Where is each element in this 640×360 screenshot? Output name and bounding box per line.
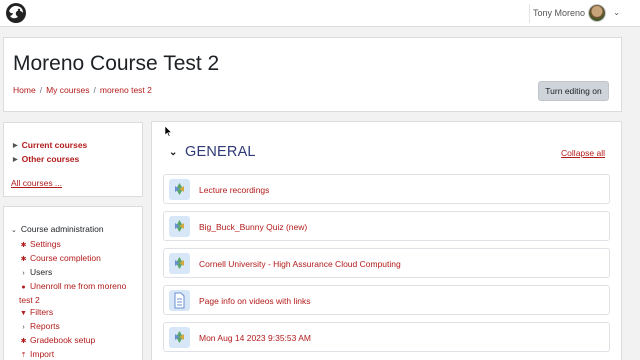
activity-label[interactable]: Page info on videos with links [199,296,311,306]
admin-import-label: Import [30,349,55,359]
breadcrumb-home[interactable]: Home [13,85,36,95]
admin-reports[interactable]: › Reports [19,320,60,334]
breadcrumb-separator: / [39,85,43,95]
admin-course-completion[interactable]: ✱ Course completion [19,252,101,266]
course-administration-label: Course administration [20,224,104,234]
activity-label[interactable]: Big_Buck_Bunny Quiz (new) [199,222,307,232]
course-administration-toggle[interactable]: ⌄ Course administration [11,224,104,234]
admin-unenroll[interactable]: ● Unenroll me from moreno test 2 [19,280,137,306]
admin-reports-label: Reports [30,321,60,331]
topbar-divider [529,4,530,23]
breadcrumb-course[interactable]: moreno test 2 [100,85,152,95]
section-collapse-chevron-icon[interactable]: ⌄ [169,147,177,158]
activity-label[interactable]: Cornell University - High Assurance Clou… [199,259,401,269]
gear-icon: ✱ [20,256,27,263]
admin-settings[interactable]: ✱ Settings [19,238,61,252]
top-navbar: Tony Moreno ⌄ [0,0,640,27]
nav-other-courses-label: Other courses [21,154,80,164]
activity-label[interactable]: Mon Aug 14 2023 9:35:53 AM [199,333,311,343]
page-header: Moreno Course Test 2 Home / My courses / mor… [3,37,622,112]
breadcrumb-my-courses[interactable]: My courses [46,85,89,95]
external-tool-icon [169,179,190,200]
admin-course-completion-label: Course completion [30,253,101,263]
gear-icon: ✱ [20,338,27,345]
admin-filters[interactable]: ▼ Filters [19,306,53,320]
chevron-down-icon: ⌄ [11,227,17,234]
user-icon: ● [21,284,26,291]
page-title: Moreno Course Test 2 [13,52,220,75]
site-logo-icon[interactable] [4,2,28,24]
filter-icon: ▼ [20,310,27,317]
admin-filters-label: Filters [30,307,54,317]
nav-current-courses[interactable]: ▶ Current courses [13,140,87,150]
collapse-all-link[interactable]: Collapse all [561,148,605,158]
breadcrumb: Home / My courses / moreno test 2 [13,85,152,95]
admin-unenroll-label: Unenroll me from moreno test 2 [19,281,127,305]
mouse-cursor-icon [165,126,173,137]
activity-label[interactable]: Lecture recordings [199,185,269,195]
administration-block: ⌄ Course administration ✱ Settings ✱ Course… [3,206,143,360]
activity-item[interactable]: Big_Buck_Bunny Quiz (new) [163,211,610,241]
external-tool-icon [169,216,190,237]
admin-import[interactable]: ⤒ Import [19,348,54,360]
triangle-right-icon: ▶ [13,157,18,163]
navigation-block: ▶ Current courses ▶ Other courses All cour… [3,122,143,197]
turn-editing-on-button[interactable]: Turn editing on [538,81,609,101]
course-content: ⌄ GENERAL Collapse all Lecture recording… [151,121,622,360]
section-title[interactable]: GENERAL [185,144,256,160]
admin-gradebook-setup[interactable]: ✱ Gradebook setup [19,334,96,348]
admin-users-label: Users [30,267,53,277]
chevron-right-icon: › [22,324,25,331]
admin-users[interactable]: › Users [19,266,52,280]
admin-settings-label: Settings [30,239,61,249]
chevron-right-icon: › [22,270,25,277]
triangle-right-icon: ▶ [13,143,18,149]
admin-gradebook-setup-label: Gradebook setup [30,335,96,345]
nav-current-courses-label: Current courses [21,140,88,150]
nav-other-courses[interactable]: ▶ Other courses [13,154,79,164]
breadcrumb-separator: / [93,85,96,95]
activity-item[interactable]: Mon Aug 14 2023 9:35:53 AM [163,322,610,352]
page-icon [169,290,190,311]
user-avatar[interactable] [588,4,606,22]
import-icon: ⤒ [21,352,26,359]
activity-item[interactable]: Page info on videos with links [163,285,610,315]
user-name[interactable]: Tony Moreno [533,8,585,18]
external-tool-icon [169,253,190,274]
all-courses-link[interactable]: All courses ... [11,178,62,188]
user-menu-chevron-down-icon[interactable]: ⌄ [613,8,620,17]
external-tool-icon [169,327,190,348]
gear-icon: ✱ [20,242,27,249]
activity-item[interactable]: Cornell University - High Assurance Clou… [163,248,610,278]
activity-item[interactable]: Lecture recordings [163,174,610,204]
